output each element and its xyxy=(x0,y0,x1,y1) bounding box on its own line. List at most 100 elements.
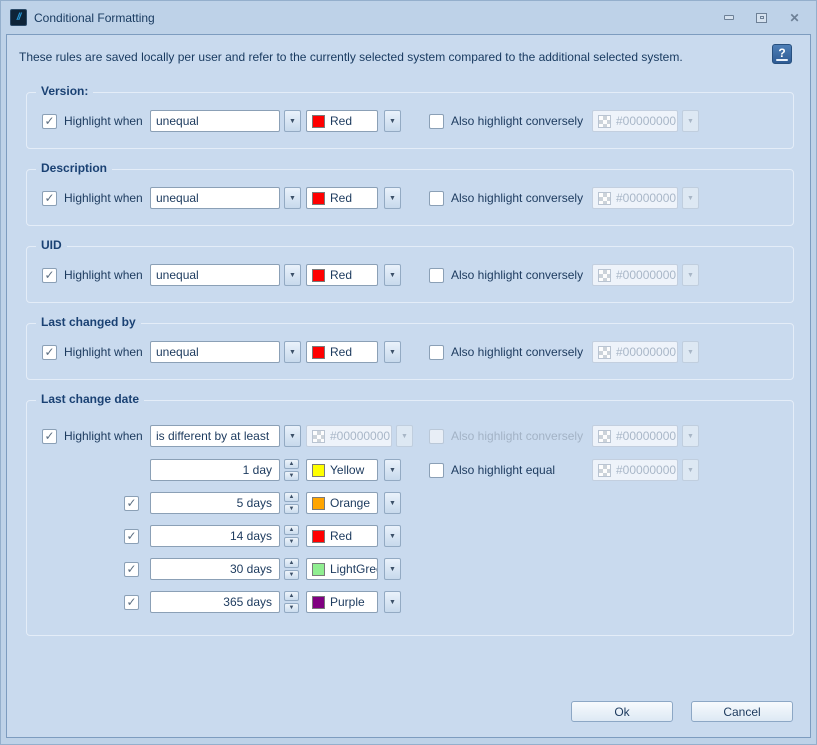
chevron-down-icon: ▼ xyxy=(401,433,408,440)
checkbox-box xyxy=(429,429,444,444)
highlight-when-checkbox[interactable]: ✓ Highlight when xyxy=(42,264,143,286)
spin-up-button[interactable]: ▲ xyxy=(284,525,299,535)
spin-up-button[interactable]: ▲ xyxy=(284,591,299,601)
checkbox-box[interactable] xyxy=(429,191,444,206)
color-name: Red xyxy=(330,191,352,205)
spin-up-button[interactable]: ▲ xyxy=(284,558,299,568)
color-dropdown-button[interactable]: ▼ xyxy=(384,110,401,132)
color-combo[interactable]: Red xyxy=(306,525,378,547)
transparent-swatch xyxy=(312,430,325,443)
minimize-button[interactable] xyxy=(721,10,736,25)
threshold-checkbox[interactable]: ✓ xyxy=(124,492,139,514)
group-row: ✓ Highlight when unequal ▼ Red ▼ Also hi… xyxy=(27,187,793,209)
spin-down-button[interactable]: ▼ xyxy=(284,471,299,481)
condition-dropdown-button[interactable]: ▼ xyxy=(284,341,301,363)
color-combo[interactable]: Red xyxy=(306,110,378,132)
color-dropdown-button[interactable]: ▼ xyxy=(384,525,401,547)
color-dropdown-button[interactable]: ▼ xyxy=(384,187,401,209)
checkbox-box[interactable]: ✓ xyxy=(124,529,139,544)
condition-combo[interactable]: is different by at least xyxy=(150,425,280,447)
highlight-when-checkbox[interactable]: ✓ Highlight when xyxy=(42,110,143,132)
spin-down-button[interactable]: ▼ xyxy=(284,570,299,580)
threshold-checkbox[interactable]: ✓ xyxy=(124,591,139,613)
condition-combo[interactable]: unequal xyxy=(150,187,280,209)
app-icon: // xyxy=(10,9,27,26)
condition-dropdown-button[interactable]: ▼ xyxy=(284,264,301,286)
condition-combo[interactable]: unequal xyxy=(150,264,280,286)
checkbox-box[interactable]: ✓ xyxy=(42,429,57,444)
color-dropdown-button[interactable]: ▼ xyxy=(384,264,401,286)
checkbox-box[interactable]: ✓ xyxy=(124,595,139,610)
color-combo[interactable]: Red xyxy=(306,187,378,209)
condition-combo[interactable]: unequal xyxy=(150,341,280,363)
highlight-when-checkbox[interactable]: ✓ Highlight when xyxy=(42,341,143,363)
conversely-checkbox[interactable]: Also highlight conversely xyxy=(429,110,583,132)
color-dropdown-button[interactable]: ▼ xyxy=(384,558,401,580)
chevron-down-icon: ▼ xyxy=(289,272,296,279)
color-combo[interactable]: Red xyxy=(306,264,378,286)
conversely-checkbox[interactable]: Also highlight conversely xyxy=(429,187,583,209)
close-button[interactable]: ✕ xyxy=(787,10,802,25)
color-dropdown-button[interactable]: ▼ xyxy=(384,492,401,514)
threshold-value-input[interactable]: 365 days xyxy=(150,591,280,613)
color-combo[interactable]: Yellow xyxy=(306,459,378,481)
threshold-value-input[interactable]: 5 days xyxy=(150,492,280,514)
color-combo[interactable]: Purple xyxy=(306,591,378,613)
conversely-checkbox[interactable]: Also highlight conversely xyxy=(429,341,583,363)
title-bar[interactable]: // Conditional Formatting ✕ xyxy=(1,1,816,34)
color-combo[interactable]: Orange xyxy=(306,492,378,514)
color-dropdown-button[interactable]: ▼ xyxy=(384,341,401,363)
checkbox-box[interactable]: ✓ xyxy=(42,268,57,283)
condition-dropdown-button[interactable]: ▼ xyxy=(284,187,301,209)
checkbox-box[interactable]: ✓ xyxy=(42,191,57,206)
condition-color-value: #00000000 xyxy=(330,429,390,443)
condition-value: unequal xyxy=(156,268,199,282)
spin-down-button[interactable]: ▼ xyxy=(284,504,299,514)
spin-up-button[interactable]: ▲ xyxy=(284,459,299,469)
spin-down-button[interactable]: ▼ xyxy=(284,603,299,613)
group-version: Version: ✓ Highlight when unequal ▼ Red … xyxy=(26,92,794,149)
color-dropdown-button[interactable]: ▼ xyxy=(384,459,401,481)
checkbox-box[interactable]: ✓ xyxy=(124,496,139,511)
threshold-checkbox[interactable]: ✓ xyxy=(124,558,139,580)
condition-dropdown-button[interactable]: ▼ xyxy=(284,425,301,447)
highlight-when-checkbox[interactable]: ✓ Highlight when xyxy=(42,425,143,447)
conversely-checkbox[interactable]: Also highlight conversely xyxy=(429,264,583,286)
ok-button[interactable]: Ok xyxy=(571,701,673,722)
checkbox-box[interactable] xyxy=(429,463,444,478)
threshold-value-input[interactable]: 1 day xyxy=(150,459,280,481)
threshold-checkbox[interactable]: ✓ xyxy=(124,525,139,547)
color-combo[interactable]: Red xyxy=(306,341,378,363)
conversely-color-combo: #00000000 xyxy=(592,187,678,209)
arrow-up-icon: ▲ xyxy=(289,461,295,467)
spin-up-button[interactable]: ▲ xyxy=(284,492,299,502)
maximize-button[interactable] xyxy=(754,10,769,25)
transparent-swatch xyxy=(598,115,611,128)
equal-color-value: #00000000 xyxy=(616,463,676,477)
checkbox-box[interactable]: ✓ xyxy=(124,562,139,577)
checkbox-box[interactable] xyxy=(429,268,444,283)
color-combo[interactable]: LightGreen xyxy=(306,558,378,580)
dialog-content: These rules are saved locally per user a… xyxy=(6,34,811,738)
app-icon-glyph: // xyxy=(17,12,21,23)
checkbox-box[interactable] xyxy=(429,114,444,129)
conversely-label: Also highlight conversely xyxy=(451,268,583,282)
equal-checkbox[interactable]: Also highlight equal xyxy=(429,459,555,481)
checkbox-box[interactable]: ✓ xyxy=(42,345,57,360)
condition-combo[interactable]: unequal xyxy=(150,110,280,132)
threshold-value-input[interactable]: 30 days xyxy=(150,558,280,580)
threshold-stepper: ▲ ▼ xyxy=(284,525,299,547)
conversely-color-combo: #00000000 xyxy=(592,425,678,447)
arrow-up-icon: ▲ xyxy=(289,593,295,599)
threshold-value-input[interactable]: 14 days xyxy=(150,525,280,547)
checkbox-box[interactable] xyxy=(429,345,444,360)
condition-dropdown-button[interactable]: ▼ xyxy=(284,110,301,132)
color-swatch xyxy=(312,192,325,205)
threshold-row: 1 day ▲ ▼ Yellow ▼ Also highlight equal … xyxy=(27,459,793,481)
cancel-button[interactable]: Cancel xyxy=(691,701,793,722)
color-dropdown-button[interactable]: ▼ xyxy=(384,591,401,613)
spin-down-button[interactable]: ▼ xyxy=(284,537,299,547)
highlight-when-checkbox[interactable]: ✓ Highlight when xyxy=(42,187,143,209)
help-button[interactable]: ? xyxy=(772,44,792,64)
checkbox-box[interactable]: ✓ xyxy=(42,114,57,129)
